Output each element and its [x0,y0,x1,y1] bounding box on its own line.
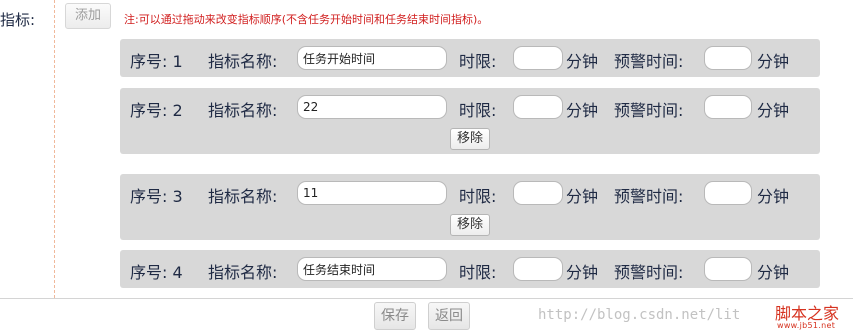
warning-time-label: 预警时间: [614,101,684,120]
time-limit-input[interactable] [513,95,563,119]
indicator-row-1[interactable]: 序号: 1 指标名称: 时限: 分钟 预警时间: 分钟 [120,39,820,77]
time-limit-unit: 分钟 [566,101,599,120]
warning-time-unit: 分钟 [757,187,790,206]
field-label: 指标: [0,11,36,29]
warning-time-input[interactable] [704,181,752,205]
time-limit-unit: 分钟 [566,187,599,206]
drag-order-note: 注:可以通过拖动来改变指标顺序(不含任务开始时间和任务结束时间指标)。 [124,13,489,26]
save-button[interactable]: 保存 [374,302,416,330]
logo-subtext: www.jb51.net [777,321,836,330]
site-logo: 脚本之家 www.jb51.net [763,300,853,334]
time-limit-label: 时限: [459,187,497,206]
indicator-name-input[interactable] [297,46,447,70]
footer-divider [0,298,853,299]
warning-time-unit: 分钟 [757,52,790,71]
warning-time-input[interactable] [704,46,752,70]
seq-number: 4 [172,263,183,282]
warning-time-unit: 分钟 [757,263,790,282]
seq-number: 2 [172,101,183,120]
seq-label: 序号: 2 [130,101,183,120]
time-limit-unit: 分钟 [566,52,599,71]
time-limit-input[interactable] [513,181,563,205]
indicator-name-label: 指标名称: [208,52,278,71]
indicator-name-input[interactable] [297,257,447,281]
seq-number: 3 [172,187,183,206]
indicator-row-4[interactable]: 序号: 4 指标名称: 时限: 分钟 预警时间: 分钟 [120,250,820,288]
warning-time-unit: 分钟 [757,101,790,120]
indicator-row-3[interactable]: 序号: 3 指标名称: 时限: 分钟 预警时间: 分钟 移除 [120,174,820,240]
time-limit-label: 时限: [459,101,497,120]
indicator-name-input[interactable] [297,181,447,205]
time-limit-unit: 分钟 [566,263,599,282]
back-button[interactable]: 返回 [428,302,470,330]
warning-time-input[interactable] [704,95,752,119]
label-column [0,0,55,298]
indicator-name-label: 指标名称: [208,187,278,206]
indicator-name-label: 指标名称: [208,263,278,282]
seq-label: 序号: 1 [130,52,183,71]
indicator-name-label: 指标名称: [208,101,278,120]
seq-number: 1 [172,52,183,71]
warning-time-label: 预警时间: [614,263,684,282]
warning-time-label: 预警时间: [614,52,684,71]
seq-label: 序号: 3 [130,187,183,206]
add-button[interactable]: 添加 [65,3,111,29]
remove-button[interactable]: 移除 [450,214,490,236]
time-limit-input[interactable] [513,46,563,70]
remove-button[interactable]: 移除 [450,128,490,150]
time-limit-input[interactable] [513,257,563,281]
indicator-name-input[interactable] [297,95,447,119]
blog-url-watermark: http://blog.csdn.net/lit [538,307,741,323]
warning-time-label: 预警时间: [614,187,684,206]
warning-time-input[interactable] [704,257,752,281]
seq-label: 序号: 4 [130,263,183,282]
indicator-row-2[interactable]: 序号: 2 指标名称: 时限: 分钟 预警时间: 分钟 移除 [120,88,820,154]
time-limit-label: 时限: [459,263,497,282]
time-limit-label: 时限: [459,52,497,71]
